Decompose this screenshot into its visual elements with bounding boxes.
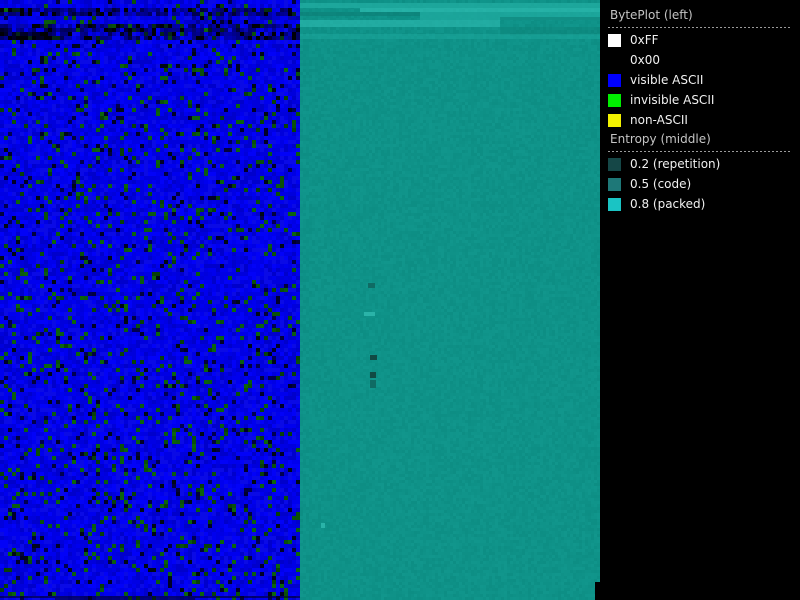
legend-separator: [608, 27, 792, 28]
color-swatch-visible-ascii: [608, 74, 621, 87]
legend-item-label: 0.2 (repetition): [630, 157, 720, 171]
legend-item-label: 0.8 (packed): [630, 197, 705, 211]
legend-item-entropy-05: 0.5 (code): [608, 174, 794, 194]
legend-item-label: 0xFF: [630, 33, 659, 47]
legend-title-byteplot: BytePlot (left): [608, 8, 794, 22]
legend-item-0xff: 0xFF: [608, 30, 794, 50]
legend-item-label: 0.5 (code): [630, 177, 691, 191]
color-swatch-0x00: [608, 54, 621, 67]
legend-separator: [608, 151, 792, 152]
color-swatch-invisible-ascii: [608, 94, 621, 107]
color-swatch-entropy-08: [608, 198, 621, 211]
legend-item-non-ascii: non-ASCII: [608, 110, 794, 130]
color-swatch-non-ascii: [608, 114, 621, 127]
entropy-canvas[interactable]: [300, 0, 600, 600]
color-swatch-entropy-02: [608, 158, 621, 171]
byteplot-canvas[interactable]: [0, 0, 300, 600]
legend-item-entropy-02: 0.2 (repetition): [608, 154, 794, 174]
binary-visualizer-window: BytePlot (left) 0xFF 0x00 visible ASCII …: [0, 0, 800, 600]
legend-panel: BytePlot (left) 0xFF 0x00 visible ASCII …: [600, 0, 800, 600]
legend-item-visible-ascii: visible ASCII: [608, 70, 794, 90]
legend-item-label: visible ASCII: [630, 73, 703, 87]
legend-item-0x00: 0x00: [608, 50, 794, 70]
color-swatch-entropy-05: [608, 178, 621, 191]
legend-item-label: 0x00: [630, 53, 660, 67]
legend-item-label: invisible ASCII: [630, 93, 714, 107]
legend-title-entropy: Entropy (middle): [608, 132, 794, 146]
legend-item-invisible-ascii: invisible ASCII: [608, 90, 794, 110]
color-swatch-0xff: [608, 34, 621, 47]
legend-item-label: non-ASCII: [630, 113, 688, 127]
legend-item-entropy-08: 0.8 (packed): [608, 194, 794, 214]
